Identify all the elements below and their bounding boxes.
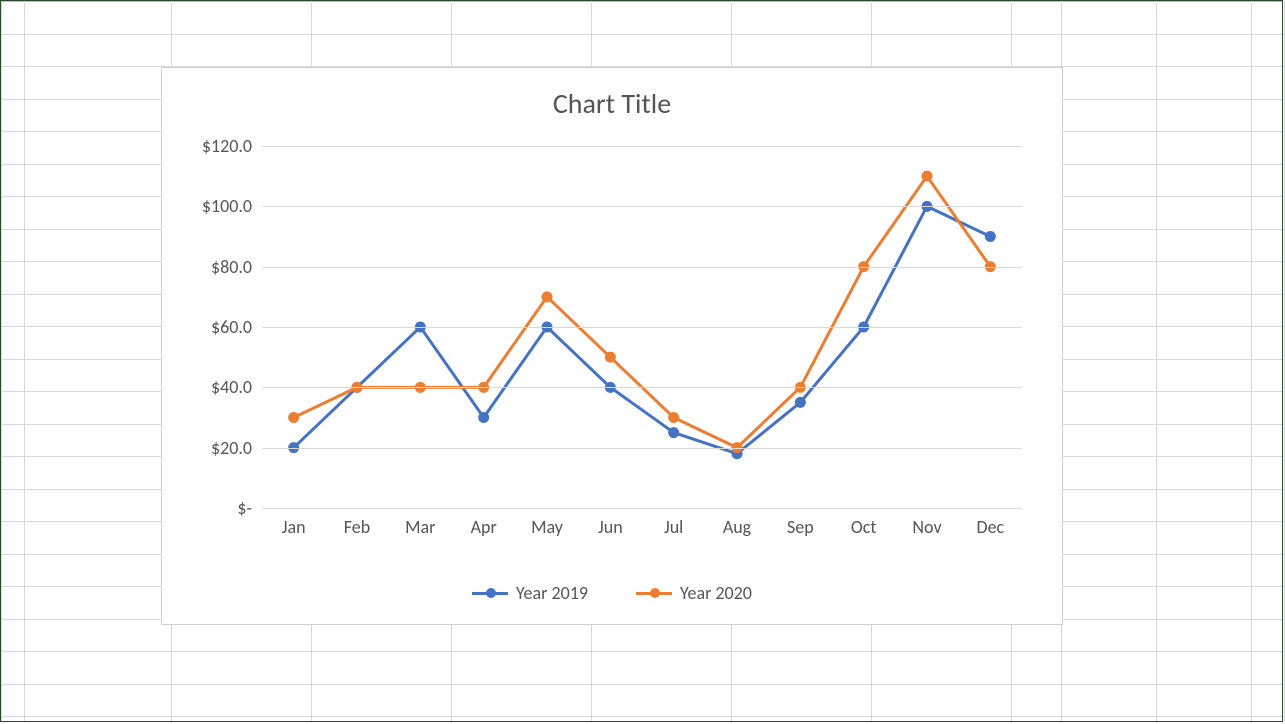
legend[interactable]: Year 2019 Year 2020: [162, 578, 1062, 605]
data-point[interactable]: [668, 427, 679, 438]
x-tick-label: Aug: [707, 516, 767, 538]
y-gridline: [262, 206, 1022, 207]
y-tick-label: $80.0: [162, 256, 252, 278]
y-tick-label: $20.0: [162, 437, 252, 459]
x-tick-label: Nov: [897, 516, 957, 538]
plot-area[interactable]: $-$20.0$40.0$60.0$80.0$100.0$120.0JanFeb…: [262, 146, 1022, 508]
window-frame: Chart Title $-$20.0$40.0$60.0$80.0$100.0…: [0, 0, 1283, 722]
data-point[interactable]: [288, 412, 299, 423]
y-tick-label: $100.0: [162, 195, 252, 217]
y-tick-label: $60.0: [162, 316, 252, 338]
line-icon: [472, 592, 508, 595]
x-tick-label: Feb: [327, 516, 387, 538]
data-point[interactable]: [985, 231, 996, 242]
series-line[interactable]: [294, 206, 991, 453]
y-tick-label: $40.0: [162, 376, 252, 398]
grid-row-line: [1, 716, 1282, 717]
chart-object[interactable]: Chart Title $-$20.0$40.0$60.0$80.0$100.0…: [161, 67, 1063, 625]
series-line[interactable]: [294, 176, 991, 448]
legend-item-year-2020[interactable]: Year 2020: [636, 582, 752, 604]
data-point[interactable]: [922, 171, 933, 182]
y-gridline: [262, 387, 1022, 388]
x-tick-label: Jul: [644, 516, 704, 538]
grid-col-line: [1251, 1, 1252, 721]
grid-row-line: [1, 34, 1282, 35]
data-point[interactable]: [795, 397, 806, 408]
data-point[interactable]: [605, 352, 616, 363]
grid-row-line: [1, 1, 1282, 2]
y-gridline: [262, 327, 1022, 328]
legend-label: Year 2020: [680, 582, 752, 604]
y-tick-label: $120.0: [162, 135, 252, 157]
chart-title[interactable]: Chart Title: [162, 86, 1062, 121]
grid-col-line: [1156, 1, 1157, 721]
grid-row-line: [1, 684, 1282, 685]
data-point[interactable]: [542, 291, 553, 302]
legend-label: Year 2019: [516, 582, 588, 604]
line-icon: [636, 592, 672, 595]
y-gridline: [262, 146, 1022, 147]
y-gridline: [262, 508, 1022, 509]
y-gridline: [262, 267, 1022, 268]
x-tick-label: May: [517, 516, 577, 538]
y-gridline: [262, 448, 1022, 449]
data-point[interactable]: [668, 412, 679, 423]
x-tick-label: Oct: [834, 516, 894, 538]
x-tick-label: Jun: [580, 516, 640, 538]
x-tick-label: Dec: [960, 516, 1020, 538]
grid-col-line: [24, 1, 25, 721]
data-point[interactable]: [478, 412, 489, 423]
grid-row-line: [1, 651, 1282, 652]
x-tick-label: Apr: [454, 516, 514, 538]
x-tick-label: Mar: [390, 516, 450, 538]
x-tick-label: Jan: [264, 516, 324, 538]
x-tick-label: Sep: [770, 516, 830, 538]
grid-col-line: [1, 1, 2, 721]
y-tick-label: $-: [162, 497, 252, 519]
legend-item-year-2019[interactable]: Year 2019: [472, 582, 588, 604]
